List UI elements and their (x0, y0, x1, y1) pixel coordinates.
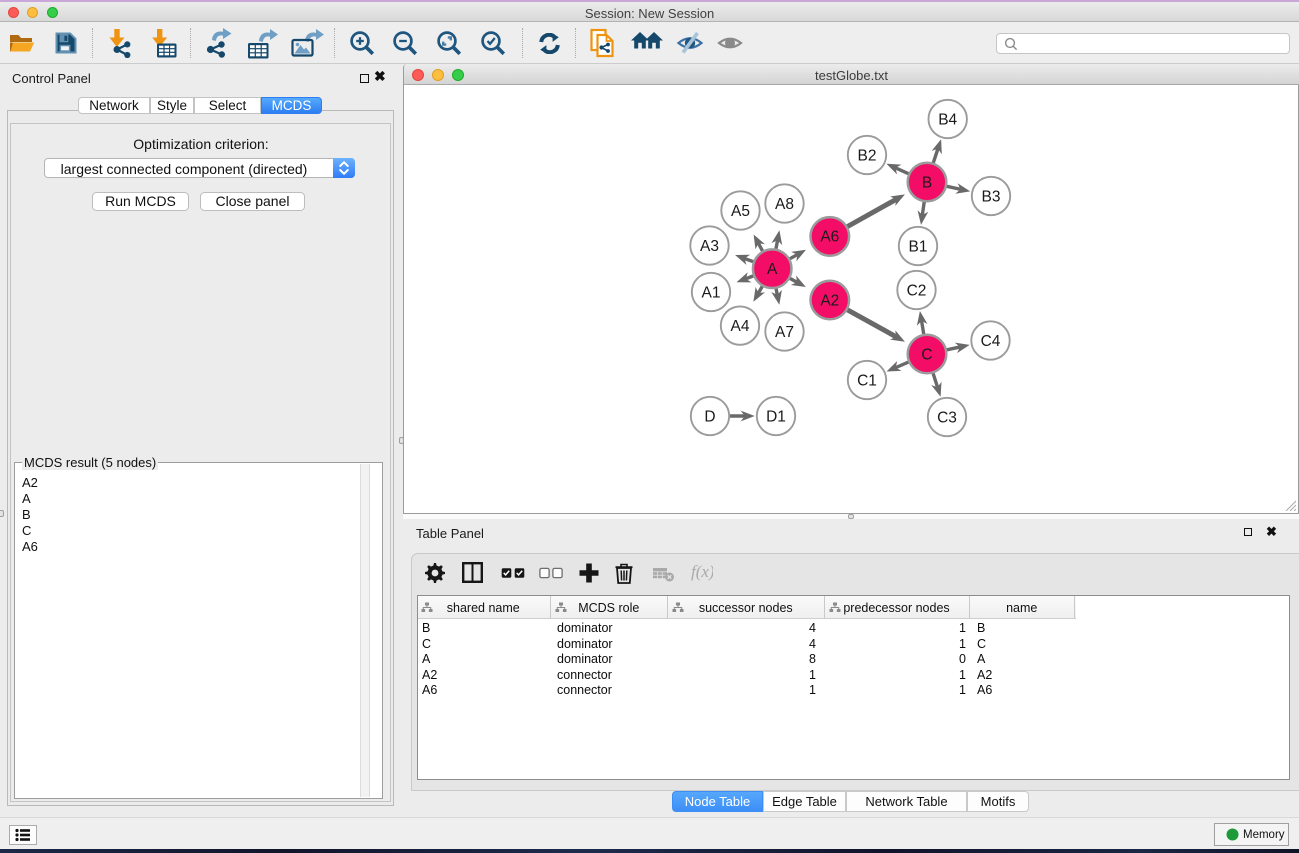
svg-text:A4: A4 (731, 318, 750, 335)
svg-text:A: A (767, 261, 778, 278)
svg-text:C1: C1 (857, 372, 877, 389)
svg-text:A7: A7 (775, 324, 794, 341)
svg-text:D: D (704, 408, 715, 425)
svg-text:D1: D1 (766, 408, 786, 425)
svg-text:B2: B2 (858, 147, 877, 164)
svg-text:A8: A8 (775, 196, 794, 213)
svg-text:C2: C2 (907, 282, 927, 299)
svg-text:B1: B1 (909, 238, 928, 255)
svg-text:C3: C3 (937, 409, 957, 426)
svg-text:A6: A6 (820, 229, 839, 246)
svg-text:f(x): f(x) (691, 562, 713, 581)
svg-text:C: C (921, 346, 932, 363)
svg-text:B3: B3 (982, 188, 1001, 205)
svg-text:A1: A1 (702, 284, 721, 301)
svg-text:A3: A3 (700, 238, 719, 255)
svg-text:A2: A2 (820, 292, 839, 309)
svg-text:C4: C4 (981, 333, 1001, 350)
svg-text:B: B (922, 174, 932, 191)
svg-text:B4: B4 (938, 111, 957, 128)
svg-text:A5: A5 (731, 203, 750, 220)
